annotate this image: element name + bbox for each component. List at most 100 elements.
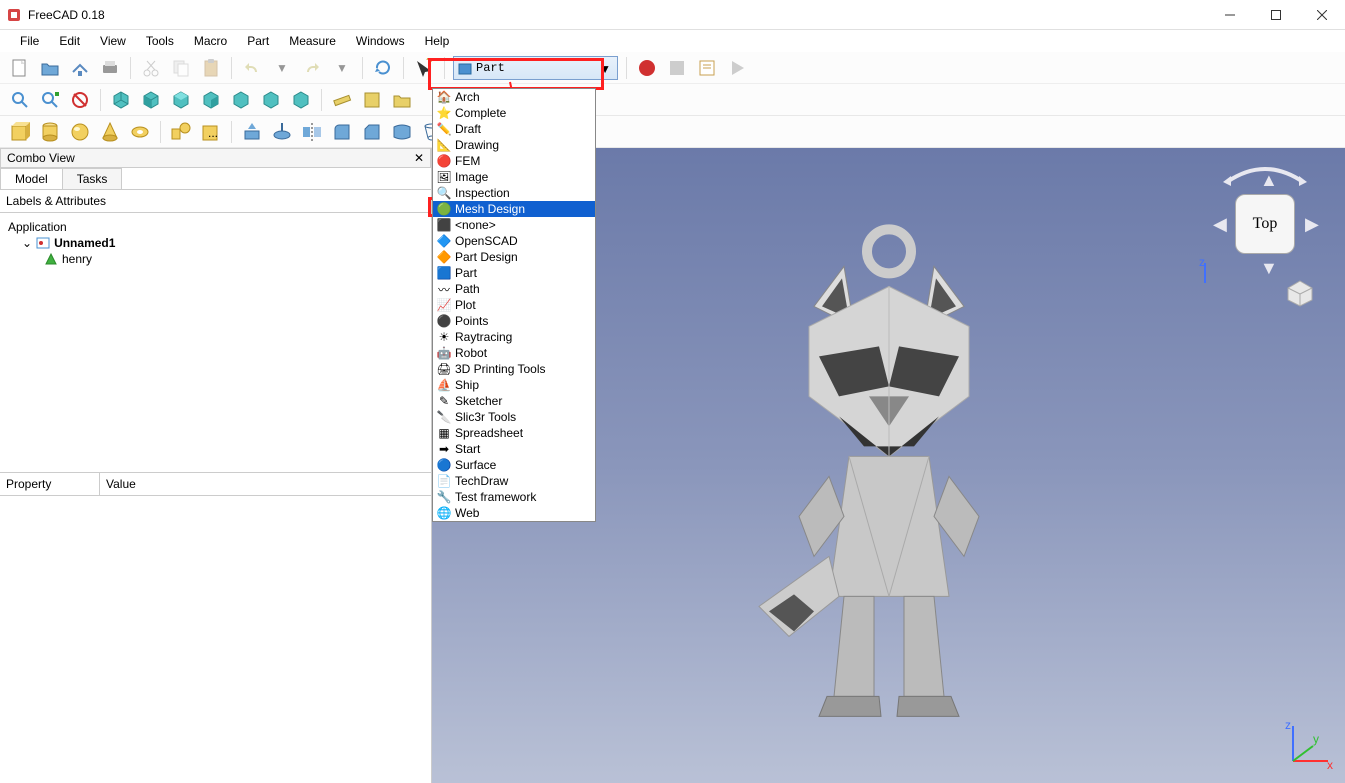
workbench-item-part[interactable]: 🟦Part xyxy=(433,265,595,281)
workbench-item-openscad[interactable]: 🔷OpenSCAD xyxy=(433,233,595,249)
view-top-icon[interactable] xyxy=(169,88,193,112)
navcube-down-icon[interactable]: ▼ xyxy=(1260,258,1278,279)
menu-measure[interactable]: Measure xyxy=(279,32,346,50)
workbench-item-path[interactable]: 〰Path xyxy=(433,281,595,297)
sphere-icon[interactable] xyxy=(68,120,92,144)
workbench-item-techdraw[interactable]: 📄TechDraw xyxy=(433,473,595,489)
workbench-item-robot[interactable]: 🤖Robot xyxy=(433,345,595,361)
shape-builder-icon[interactable]: ... xyxy=(199,120,223,144)
tree-document[interactable]: ⌄ Unnamed1 xyxy=(8,235,423,251)
view-right-icon[interactable] xyxy=(199,88,223,112)
paste-icon[interactable] xyxy=(199,56,223,80)
workbench-item-complete[interactable]: ⭐Complete xyxy=(433,105,595,121)
view-bottom-icon[interactable] xyxy=(259,88,283,112)
ruled-surface-icon[interactable] xyxy=(390,120,414,144)
tab-tasks[interactable]: Tasks xyxy=(62,168,123,189)
zoom-selection-icon[interactable] xyxy=(38,88,62,112)
torus-icon[interactable] xyxy=(128,120,152,144)
minimize-button[interactable] xyxy=(1207,0,1253,30)
3d-model[interactable] xyxy=(719,216,1059,736)
workbench-dropdown[interactable]: 🏠Arch ⭐Complete ✏️Draft 📐Drawing 🔴FEM 🖼I… xyxy=(432,88,596,522)
navcube-right-icon[interactable]: ▶ xyxy=(1305,214,1319,235)
revolve-icon[interactable] xyxy=(270,120,294,144)
workbench-item-sketcher[interactable]: ✎Sketcher xyxy=(433,393,595,409)
property-grid[interactable] xyxy=(0,496,431,783)
zoom-fit-icon[interactable] xyxy=(8,88,32,112)
fillet-icon[interactable] xyxy=(330,120,354,144)
redo-icon[interactable] xyxy=(300,56,324,80)
workbench-item-drawing[interactable]: 📐Drawing xyxy=(433,137,595,153)
combo-view-close-icon[interactable]: ✕ xyxy=(414,151,424,165)
undo-icon[interactable] xyxy=(240,56,264,80)
stop-macro-icon[interactable] xyxy=(665,56,689,80)
workbench-item-fem[interactable]: 🔴FEM xyxy=(433,153,595,169)
copy-icon[interactable] xyxy=(169,56,193,80)
workbench-item-slic3r[interactable]: 🔪Slic3r Tools xyxy=(433,409,595,425)
group-icon[interactable] xyxy=(390,88,414,112)
menu-windows[interactable]: Windows xyxy=(346,32,415,50)
navcube-up-icon[interactable]: ▲ xyxy=(1260,170,1278,191)
workbench-item-image[interactable]: 🖼Image xyxy=(433,169,595,185)
workbench-item-plot[interactable]: 📈Plot xyxy=(433,297,595,313)
navigation-cube[interactable]: Top ▲ ▼ ◀ ▶ xyxy=(1205,164,1325,284)
cube-icon[interactable] xyxy=(8,120,32,144)
measure-icon[interactable] xyxy=(330,88,354,112)
workbench-item-inspection[interactable]: 🔍Inspection xyxy=(433,185,595,201)
menu-view[interactable]: View xyxy=(90,32,136,50)
menu-help[interactable]: Help xyxy=(415,32,460,50)
tree-expand-icon[interactable]: ⌄ xyxy=(22,236,32,250)
document-tree[interactable]: Application ⌄ Unnamed1 henry xyxy=(0,213,431,473)
primitives-icon[interactable] xyxy=(169,120,193,144)
workbench-item-raytracing[interactable]: ☀Raytracing xyxy=(433,329,595,345)
print-icon[interactable] xyxy=(98,56,122,80)
workbench-item-none[interactable]: ⬛<none> xyxy=(433,217,595,233)
chamfer-icon[interactable] xyxy=(360,120,384,144)
workbench-item-start[interactable]: ➡Start xyxy=(433,441,595,457)
workbench-item-draft[interactable]: ✏️Draft xyxy=(433,121,595,137)
workbench-item-test[interactable]: 🔧Test framework xyxy=(433,489,595,505)
menu-edit[interactable]: Edit xyxy=(49,32,90,50)
workbench-item-points[interactable]: ⚫Points xyxy=(433,313,595,329)
labels-attributes-header: Labels & Attributes xyxy=(0,190,431,213)
workbench-item-arch[interactable]: 🏠Arch xyxy=(433,89,595,105)
menu-part[interactable]: Part xyxy=(237,32,279,50)
workbench-item-3d-printing[interactable]: 🖨3D Printing Tools xyxy=(433,361,595,377)
tree-item-henry[interactable]: henry xyxy=(8,251,423,267)
workbench-item-part-design[interactable]: 🔶Part Design xyxy=(433,249,595,265)
run-macro-icon[interactable] xyxy=(725,56,749,80)
tree-root[interactable]: Application xyxy=(8,219,423,235)
redo-dropdown-icon[interactable]: ▼ xyxy=(330,56,354,80)
new-icon[interactable] xyxy=(8,56,32,80)
mirror-icon[interactable] xyxy=(300,120,324,144)
menu-macro[interactable]: Macro xyxy=(184,32,237,50)
cylinder-icon[interactable] xyxy=(38,120,62,144)
workbench-item-surface[interactable]: 🔵Surface xyxy=(433,457,595,473)
open-icon[interactable] xyxy=(38,56,62,80)
undo-dropdown-icon[interactable]: ▼ xyxy=(270,56,294,80)
navcube-left-icon[interactable]: ◀ xyxy=(1213,214,1227,235)
navcube-face-top[interactable]: Top xyxy=(1235,194,1295,254)
refresh-icon[interactable] xyxy=(371,56,395,80)
close-button[interactable] xyxy=(1299,0,1345,30)
part-icon[interactable] xyxy=(360,88,384,112)
tab-model[interactable]: Model xyxy=(0,168,63,189)
view-iso-icon[interactable] xyxy=(109,88,133,112)
cone-icon[interactable] xyxy=(98,120,122,144)
workbench-item-web[interactable]: 🌐Web xyxy=(433,505,595,521)
menu-file[interactable]: File xyxy=(10,32,49,50)
workbench-item-spreadsheet[interactable]: ▦Spreadsheet xyxy=(433,425,595,441)
view-left-icon[interactable] xyxy=(289,88,313,112)
save-icon[interactable] xyxy=(68,56,92,80)
extrude-icon[interactable] xyxy=(240,120,264,144)
view-rear-icon[interactable] xyxy=(229,88,253,112)
draw-style-icon[interactable] xyxy=(68,88,92,112)
maximize-button[interactable] xyxy=(1253,0,1299,30)
navcube-mini-icon[interactable] xyxy=(1285,278,1315,308)
view-front-icon[interactable] xyxy=(139,88,163,112)
cut-icon[interactable] xyxy=(139,56,163,80)
menu-tools[interactable]: Tools xyxy=(136,32,184,50)
workbench-item-ship[interactable]: ⛵Ship xyxy=(433,377,595,393)
workbench-item-mesh-design[interactable]: 🟢Mesh Design xyxy=(433,201,595,217)
edit-macro-icon[interactable] xyxy=(695,56,719,80)
record-macro-icon[interactable] xyxy=(635,56,659,80)
